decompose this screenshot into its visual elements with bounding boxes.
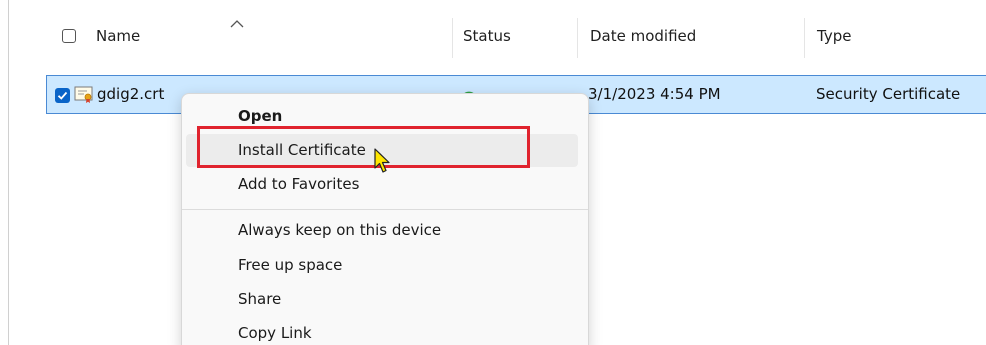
column-divider[interactable]	[577, 18, 578, 58]
column-header-date-modified[interactable]: Date modified	[590, 27, 696, 45]
column-header-name[interactable]: Name	[96, 27, 140, 45]
menu-item-copy-link[interactable]: Copy Link	[238, 324, 312, 342]
column-divider[interactable]	[804, 18, 805, 58]
column-header-type[interactable]: Type	[817, 27, 851, 45]
sort-ascending-icon[interactable]	[230, 20, 244, 28]
file-name[interactable]: gdig2.crt	[97, 85, 164, 103]
menu-item-open[interactable]: Open	[238, 107, 282, 125]
column-header: Name Status Date modified Type	[9, 18, 986, 58]
mouse-pointer-icon	[374, 148, 390, 173]
menu-item-free-up-space[interactable]: Free up space	[238, 256, 342, 274]
menu-separator	[182, 209, 588, 210]
file-date-modified: 3/1/2023 4:54 PM	[588, 85, 721, 103]
select-all-checkbox[interactable]	[62, 29, 76, 43]
column-header-status[interactable]: Status	[463, 27, 511, 45]
annotation-highlight-box	[197, 126, 530, 168]
menu-item-always-keep-on-device[interactable]: Always keep on this device	[238, 221, 441, 239]
file-explorer-view: Name Status Date modified Type gdig2.crt…	[0, 0, 986, 345]
column-divider[interactable]	[452, 18, 453, 58]
file-type: Security Certificate	[816, 85, 961, 103]
certificate-file-icon	[74, 86, 93, 103]
menu-item-share[interactable]: Share	[238, 290, 281, 308]
row-checkbox[interactable]	[55, 88, 70, 103]
checkmark-icon	[57, 91, 68, 100]
menu-item-add-to-favorites[interactable]: Add to Favorites	[238, 175, 359, 193]
